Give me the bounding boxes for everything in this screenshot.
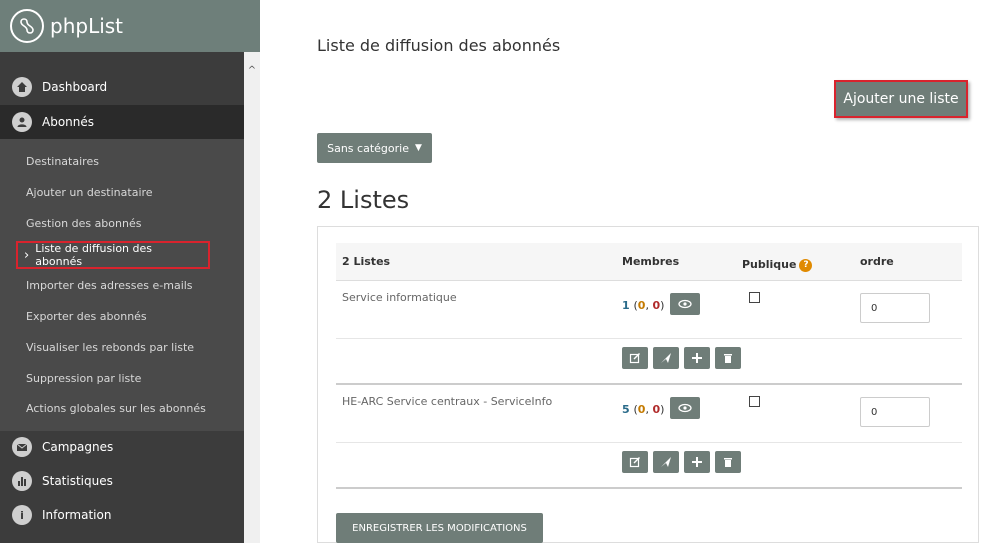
page-title: Liste de diffusion des abonnés (317, 36, 561, 55)
view-members-button[interactable] (670, 293, 700, 315)
public-checkbox[interactable] (749, 396, 760, 407)
edit-icon (629, 457, 640, 468)
members-count: 5 (0, 0) (622, 403, 665, 416)
public-checkbox[interactable] (749, 292, 760, 303)
lists-heading: 2 Listes (317, 186, 410, 214)
send-button[interactable] (653, 451, 679, 473)
submenu-item-suppression[interactable]: Suppression par liste (26, 367, 141, 389)
submenu-item-actions-globales[interactable]: Actions globales sur les abonnés (26, 397, 206, 419)
table-row: HE-ARC Service centraux - ServiceInfo 5 … (336, 385, 962, 443)
sidebar-item-label: Statistiques (42, 474, 113, 488)
edit-icon (629, 353, 640, 364)
send-icon (661, 353, 671, 363)
sidebar-item-information[interactable]: i Information (0, 498, 244, 532)
caret-down-icon: ▼ (414, 143, 422, 153)
submenu-item-gestion-abonnes[interactable]: Gestion des abonnés (26, 212, 141, 234)
view-members-button[interactable] (670, 397, 700, 419)
eye-icon (678, 299, 692, 309)
home-icon (12, 77, 32, 97)
logo-bar[interactable]: phpList (0, 0, 260, 52)
order-input[interactable]: 0 (860, 293, 930, 323)
user-icon (12, 112, 32, 132)
list-name[interactable]: Service informatique (342, 291, 457, 304)
add-button[interactable] (684, 451, 710, 473)
add-button[interactable] (684, 347, 710, 369)
submenu-item-destinataires[interactable]: Destinataires (26, 150, 99, 172)
delete-button[interactable] (715, 451, 741, 473)
header-public-label: Publique (742, 258, 797, 271)
row-actions (336, 339, 962, 385)
sidebar: phpList Dashboard Abonnés Destinataires … (0, 0, 260, 543)
app-name: phpList (50, 14, 124, 38)
help-icon[interactable]: ? (799, 258, 813, 272)
delete-button[interactable] (715, 347, 741, 369)
trash-icon (724, 458, 732, 467)
sidebar-item-campagnes[interactable]: Campagnes (0, 430, 244, 464)
sidebar-item-label: Dashboard (42, 80, 108, 94)
sidebar-item-label: Campagnes (42, 440, 114, 454)
trash-icon (724, 354, 732, 363)
list-name[interactable]: HE-ARC Service centraux - ServiceInfo (342, 395, 552, 408)
table-header: 2 Listes Membres Publique? ordre (336, 243, 962, 281)
edit-button[interactable] (622, 451, 648, 473)
submenu-item-liste-diffusion[interactable]: › Liste de diffusion des abonnés (16, 241, 210, 269)
save-changes-button[interactable]: ENREGISTRER LES MODIFICATIONS (336, 513, 543, 543)
plus-icon (692, 457, 702, 467)
sidebar-item-label: Information (42, 508, 112, 522)
header-name: 2 Listes (342, 255, 391, 268)
chevron-right-icon: › (24, 247, 30, 263)
plus-icon (692, 353, 702, 363)
header-members: Membres (622, 255, 680, 268)
envelope-icon (12, 437, 32, 457)
header-public: Publique? (742, 258, 813, 272)
bar-chart-icon (12, 471, 32, 491)
row-actions (336, 443, 962, 489)
lists-panel: 2 Listes Membres Publique? ordre Service… (317, 226, 979, 543)
submenu-item-ajouter-destinataire[interactable]: Ajouter un destinataire (26, 181, 153, 203)
submenu-item-rebonds[interactable]: Visualiser les rebonds par liste (26, 336, 194, 358)
send-icon (661, 457, 671, 467)
submenu-abonnes: Destinataires Ajouter un destinataire Ge… (0, 139, 244, 431)
chevron-up-icon[interactable]: ^ (244, 64, 260, 78)
eye-icon (678, 403, 692, 413)
category-dropdown[interactable]: Sans catégorie ▼ (317, 133, 432, 163)
table-row: Service informatique 1 (0, 0) 0 (336, 281, 962, 339)
edit-button[interactable] (622, 347, 648, 369)
sidebar-item-label: Abonnés (42, 115, 95, 129)
submenu-item-label: Liste de diffusion des abonnés (35, 242, 152, 268)
main-content: Liste de diffusion des abonnés Ajouter u… (260, 0, 1000, 543)
members-count: 1 (0, 0) (622, 299, 665, 312)
add-list-button[interactable]: Ajouter une liste (834, 80, 968, 118)
sidebar-item-dashboard[interactable]: Dashboard (0, 70, 244, 104)
info-icon: i (12, 505, 32, 525)
send-button[interactable] (653, 347, 679, 369)
order-input[interactable]: 0 (860, 397, 930, 427)
sidebar-scrollbar[interactable]: ^ (244, 52, 260, 543)
phplist-logo-icon (10, 9, 44, 43)
header-order: ordre (860, 255, 894, 268)
sidebar-item-abonnes[interactable]: Abonnés (0, 105, 244, 139)
sidebar-item-statistiques[interactable]: Statistiques (0, 464, 244, 498)
submenu-item-exporter[interactable]: Exporter des abonnés (26, 305, 147, 327)
category-label: Sans catégorie (327, 141, 409, 155)
submenu-item-importer[interactable]: Importer des adresses e-mails (26, 274, 193, 296)
